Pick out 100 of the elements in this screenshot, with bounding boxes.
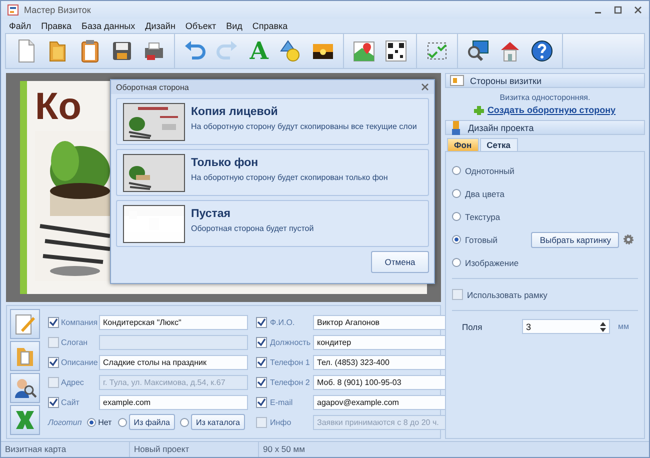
checkbox[interactable] <box>256 376 267 388</box>
excel-icon <box>13 408 37 432</box>
cancel-button[interactable]: Отмена <box>371 251 429 273</box>
field-label: Ф.И.О. <box>270 318 296 326</box>
option-card[interactable]: Пустая Оборотная сторона будет пустой <box>116 200 429 247</box>
field-label: Компания <box>61 318 97 326</box>
menu-item[interactable]: Вид <box>226 21 242 31</box>
info-text: Визитка односторонняя. <box>500 93 590 102</box>
maximize-icon[interactable] <box>613 5 623 15</box>
status-text: Новый проект <box>130 442 259 457</box>
input-field[interactable]: Сладкие столы на праздник <box>99 354 248 370</box>
create-back-link[interactable]: Создать оборотную сторону <box>487 105 616 115</box>
qr-code-icon <box>383 38 409 64</box>
option-title: Копия лицевой <box>191 106 279 118</box>
field-label: Должность <box>270 338 310 346</box>
input-field[interactable]: Виктор Агапонов <box>313 314 446 330</box>
section-title: Стороны визитки <box>470 76 542 86</box>
radio-button[interactable] <box>118 418 127 426</box>
gear-icon[interactable] <box>623 234 634 245</box>
menu-item[interactable]: Дизайн <box>145 21 176 31</box>
input-field[interactable]: Кондитерская "Люкс" <box>99 314 248 330</box>
dialog-title: Оборотная сторона <box>116 82 189 92</box>
field-label: Слоган <box>61 338 89 346</box>
checkbox[interactable] <box>48 376 59 388</box>
brush-icon <box>450 120 462 134</box>
menu-item[interactable]: Правка <box>41 21 72 31</box>
option-description: На оборотную сторону будет скопирован только фон <box>191 173 388 182</box>
menu-item[interactable]: База данных <box>82 21 136 31</box>
database-button[interactable] <box>10 341 40 371</box>
status-text: Визитная карта <box>1 442 130 457</box>
card-icon <box>450 75 464 86</box>
checkbox[interactable] <box>256 336 267 348</box>
menu-item[interactable]: Файл <box>9 21 32 31</box>
source-button[interactable]: Из файла <box>128 414 175 430</box>
input-field[interactable]: кондитер <box>313 334 446 350</box>
checkbox[interactable] <box>48 336 59 348</box>
magnifier-monitor-icon <box>465 38 491 64</box>
card-title: Ко <box>35 87 82 129</box>
spin-arrows-icon[interactable] <box>600 322 606 332</box>
checkbox[interactable] <box>48 356 59 368</box>
menu-item[interactable]: Объект <box>185 21 216 31</box>
checkbox[interactable] <box>452 289 463 300</box>
menu-item[interactable]: Справка <box>252 21 288 31</box>
radio-label: Нет <box>98 418 112 426</box>
input-field[interactable] <box>99 334 248 350</box>
choose-picture-button[interactable]: Выбрать картинку <box>531 232 620 248</box>
source-button[interactable]: Из каталога <box>190 414 245 430</box>
field-label: Телефон 2 <box>270 378 310 386</box>
option-card[interactable]: Копия лицевой На оборотную сторону будут скопированы все текущие слои <box>116 98 429 145</box>
radio-label: Однотонный <box>465 166 514 176</box>
radio-button[interactable] <box>452 166 461 175</box>
tab[interactable]: Сетка <box>480 138 518 151</box>
excel-button[interactable] <box>10 405 40 435</box>
field-label: Телефон 1 <box>270 358 310 366</box>
radio-label: Готовый <box>465 234 498 244</box>
checkbox[interactable] <box>256 396 267 408</box>
option-title: Только фон <box>191 157 260 169</box>
checkbox[interactable] <box>256 416 267 428</box>
checkbox[interactable] <box>48 396 59 408</box>
checkbox-label: Использовать рамку <box>467 290 548 300</box>
field-label: E-mail <box>270 398 294 406</box>
spin-field[interactable]: 3 <box>522 319 610 334</box>
section-title: Дизайн проекта <box>468 122 534 132</box>
radio-button[interactable] <box>452 189 461 198</box>
radio-button[interactable] <box>452 212 461 221</box>
window-title: Мастер Визиток <box>24 5 92 15</box>
checkbox[interactable] <box>256 316 267 328</box>
input-field[interactable]: example.com <box>99 394 248 410</box>
edit-button[interactable] <box>10 309 40 339</box>
puzzle-icon <box>474 105 484 115</box>
app-icon <box>7 4 19 16</box>
checkbox[interactable] <box>48 316 59 328</box>
tab[interactable]: Фон <box>447 138 479 151</box>
option-title: Пустая <box>191 208 232 220</box>
field-label: Описание <box>61 358 97 366</box>
radio-button[interactable] <box>452 235 461 244</box>
field-label: Сайт <box>61 398 80 406</box>
radio-button[interactable] <box>87 418 96 426</box>
radio-button[interactable] <box>452 258 461 267</box>
status-text: 90 x 50 мм <box>262 443 306 456</box>
field-label: Инфо <box>270 418 292 426</box>
radio-button[interactable] <box>180 418 189 426</box>
unit-label: мм <box>618 322 629 331</box>
option-description: На оборотную сторону будут скопированы все текущие слои <box>191 122 417 131</box>
radio-label: Текстура <box>465 212 500 222</box>
close-icon[interactable] <box>633 5 643 15</box>
option-description: Оборотная сторона будет пустой <box>191 224 314 233</box>
find-contact-button[interactable] <box>10 373 40 403</box>
pencil-document-icon <box>13 312 37 336</box>
help-icon <box>529 38 555 64</box>
input-field[interactable]: agapov@example.com <box>313 394 446 410</box>
field-label: Логотип <box>48 418 83 426</box>
field-label: Адрес <box>61 378 85 386</box>
input-field[interactable]: Тел. (4853) 323-400 <box>313 354 446 370</box>
close-icon[interactable] <box>421 83 429 91</box>
checkbox[interactable] <box>256 356 267 368</box>
radio-label: Два цвета <box>465 188 505 198</box>
field-label: Поля <box>462 322 484 332</box>
option-card[interactable]: Только фон На оборотную сторону будет скопирован только фон <box>116 149 429 196</box>
input-field[interactable]: Моб. 8 (901) 100-95-03 <box>313 374 446 390</box>
